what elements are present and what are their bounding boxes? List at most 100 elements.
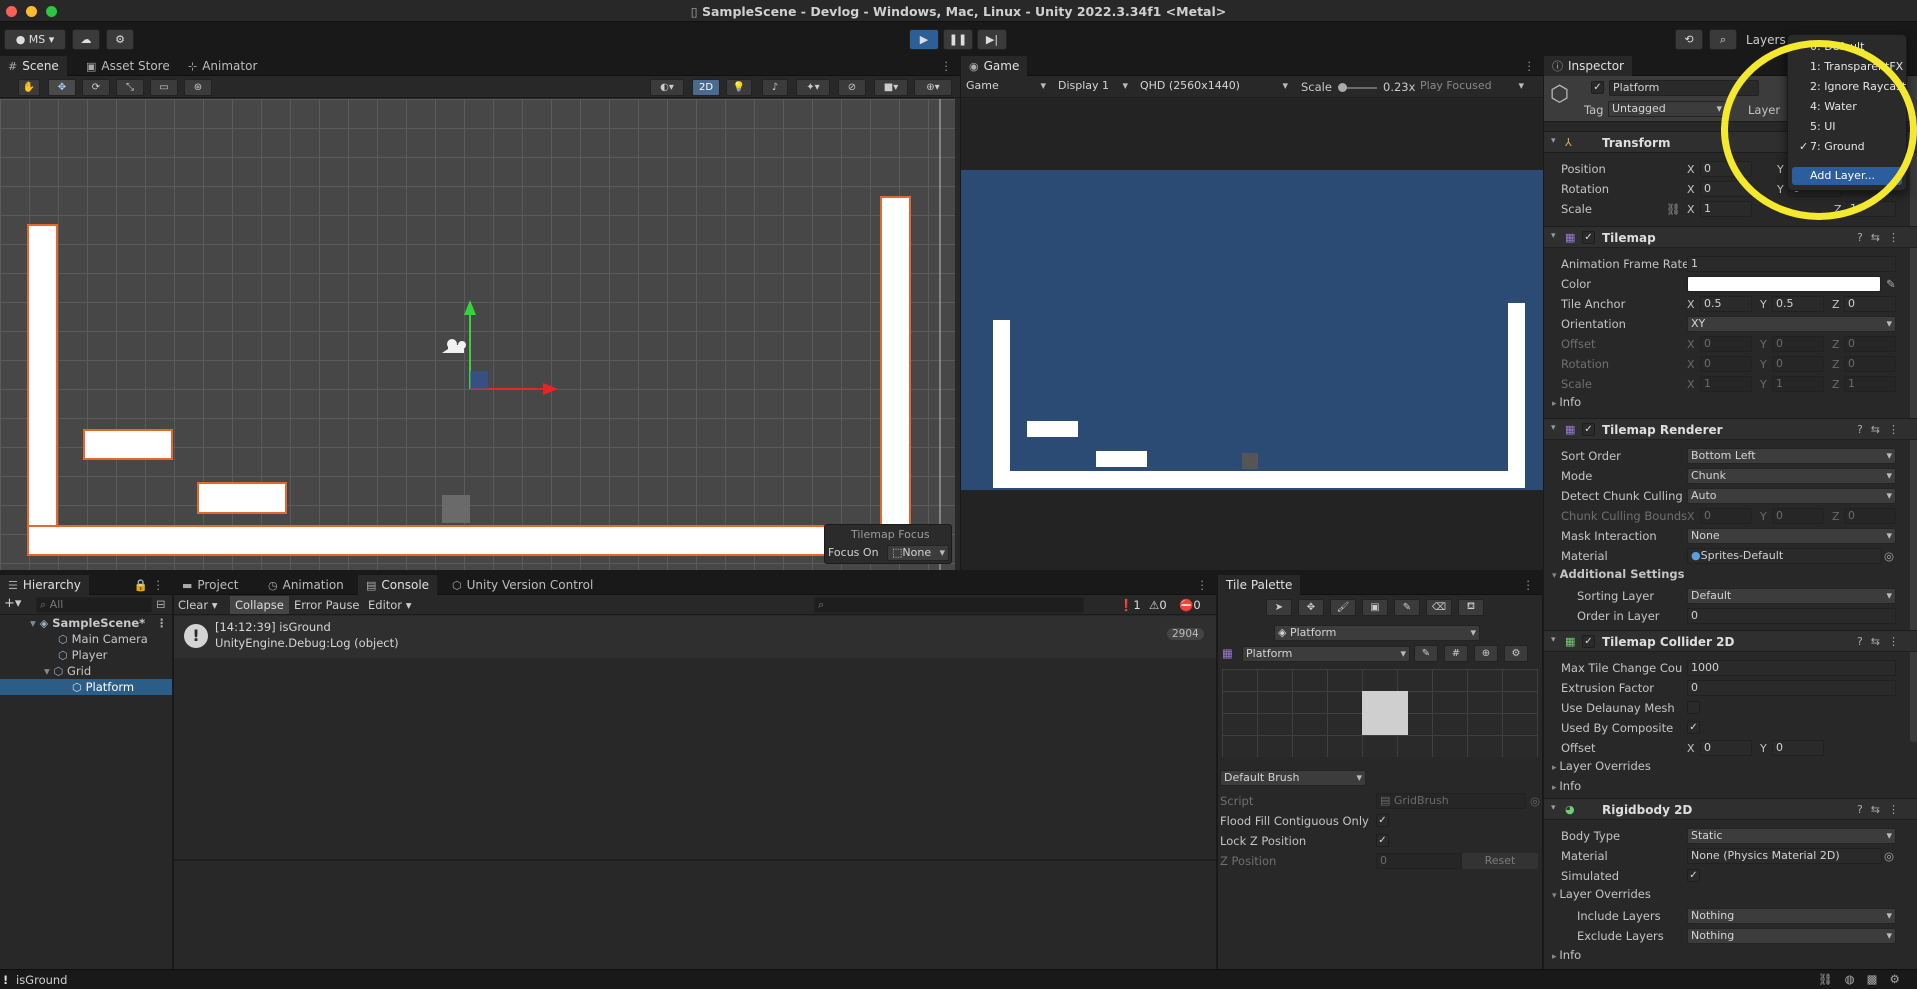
anchor-z-field[interactable]: 0 (1844, 296, 1896, 312)
layer-menu-item-water[interactable]: 4: Water (1788, 98, 1906, 116)
eyedropper-icon[interactable]: ✎ (1886, 277, 1896, 291)
collider-layer-overrides-foldout[interactable]: Layer Overrides (1552, 759, 1650, 773)
tab-animation[interactable]: ◷ Animation (260, 575, 352, 595)
camera-button[interactable]: ■▾ (874, 79, 908, 96)
delaunay-checkbox[interactable] (1687, 701, 1700, 714)
move-tile-button[interactable]: ✥ (1298, 599, 1324, 616)
culling-dropdown[interactable]: Auto (1687, 488, 1896, 504)
resolution-dropdown[interactable]: QHD (2560x1440) (1137, 79, 1291, 95)
component-tools-icon[interactable]: ?⇆⋮ (1857, 423, 1907, 436)
rigidbody-header[interactable]: ▾ ◕ Rigidbody 2D ?⇆⋮ (1544, 798, 1917, 820)
more-icon[interactable]: ⋮ (153, 578, 165, 592)
account-button[interactable]: ● MS ▾ (4, 29, 66, 50)
scale-x-field[interactable]: 1 (1700, 201, 1752, 217)
hierarchy-item-scene[interactable]: ▾ ◈ SampleScene* ⋮ (30, 615, 168, 631)
tag-dropdown[interactable]: Untagged (1608, 101, 1726, 117)
tilemap-header[interactable]: ▾ ▦ ✓ Tilemap ?⇆⋮ (1544, 226, 1917, 248)
object-picker-icon[interactable]: ◎ (1884, 549, 1894, 563)
anim-rate-field[interactable]: 1 (1687, 256, 1896, 272)
status-message[interactable]: isGround (16, 973, 68, 987)
hierarchy-search-input[interactable]: ⌕ All (36, 597, 152, 613)
extrusion-field[interactable]: 0 (1687, 680, 1896, 696)
error-count-toggle[interactable]: ⛔0 (1179, 598, 1201, 612)
tab-inspector[interactable]: ⓘ Inspector (1544, 56, 1632, 76)
lock-z-checkbox[interactable]: ✓ (1376, 834, 1389, 847)
console-divider[interactable] (174, 859, 1216, 861)
move-tool-button[interactable]: ✥ (48, 79, 76, 96)
box-fill-button[interactable]: ▣ (1362, 599, 1388, 616)
select-tool-button[interactable]: ➤ (1266, 599, 1292, 616)
flood-fill-checkbox[interactable]: ✓ (1376, 814, 1389, 827)
plane-handle[interactable] (470, 371, 488, 389)
anchor-x-field[interactable]: 0.5 (1700, 296, 1752, 312)
effects-button[interactable]: ✦▾ (796, 79, 830, 96)
search-button[interactable]: ⌕ (1709, 29, 1737, 50)
position-x-field[interactable]: 0 (1700, 161, 1752, 177)
play-focused-dropdown[interactable]: Play Focused (1417, 79, 1527, 95)
object-picker-icon[interactable]: ◎ (1884, 849, 1894, 863)
error-pause-toggle[interactable]: Error Pause (294, 598, 360, 612)
renderer-enabled-checkbox[interactable]: ✓ (1582, 423, 1595, 436)
layer-menu-item-ignore-raycast[interactable]: 2: Ignore Raycast (1788, 78, 1906, 96)
game-mode-dropdown[interactable]: Game (963, 79, 1049, 95)
collider-info-foldout[interactable]: Info (1552, 779, 1581, 793)
hierarchy-item-player[interactable]: ⬡ Player (58, 647, 107, 663)
edit-palette-button[interactable]: ✎ (1414, 645, 1438, 662)
active-checkbox[interactable]: ✓ (1591, 81, 1604, 94)
order-in-layer-field[interactable]: 0 (1687, 608, 1896, 624)
mask-dropdown[interactable]: None (1687, 528, 1896, 544)
tilemap-renderer-header[interactable]: ▾ ▦ ✓ Tilemap Renderer ?⇆⋮ (1544, 418, 1917, 440)
tab-hierarchy[interactable]: ☰ Hierarchy (0, 575, 89, 595)
tab-game[interactable]: ◉ Game (961, 56, 1028, 76)
rotate-tool-button[interactable]: ⟳ (82, 79, 110, 96)
gizmos-button[interactable]: ⊕▾ (914, 79, 952, 96)
composite-checkbox[interactable]: ✓ (1687, 721, 1700, 734)
scale-slider-thumb[interactable] (1338, 83, 1347, 92)
collider-offset-x-field[interactable]: 0 (1700, 740, 1752, 756)
physics-material-field[interactable]: None (Physics Material 2D) (1687, 848, 1882, 864)
tilemap-enabled-checkbox[interactable]: ✓ (1582, 231, 1595, 244)
mode-2d-button[interactable]: 2D (692, 79, 720, 96)
material-field[interactable]: ●Sprites-Default (1687, 548, 1882, 564)
rect-tool-button[interactable]: ▭ (150, 79, 178, 96)
tab-asset-store[interactable]: ▣ Asset Store (78, 56, 178, 76)
shading-button[interactable]: ◐▾ (650, 79, 684, 96)
tab-animator[interactable]: ⊹ Animator (180, 56, 265, 76)
transform-tool-button[interactable]: ⊛ (184, 79, 212, 96)
focus-dropdown[interactable]: ⬚None (887, 545, 949, 561)
audio-button[interactable]: ♪ (762, 79, 788, 96)
lock-icon[interactable]: 🔒 (134, 578, 148, 592)
editor-dropdown[interactable]: Editor ▾ (368, 598, 411, 612)
include-layers-dropdown[interactable]: Nothing (1687, 908, 1896, 924)
exclude-layers-dropdown[interactable]: Nothing (1687, 928, 1896, 944)
layer-menu-item-ground[interactable]: ✓ 7: Ground (1788, 138, 1906, 156)
component-tools-icon[interactable]: ?⇆⋮ (1857, 635, 1907, 648)
history-button[interactable]: ⟲ (1675, 29, 1703, 50)
picker-tool-button[interactable]: ✎ (1394, 599, 1420, 616)
active-tilemap-dropdown[interactable]: ◈ Platform (1274, 625, 1480, 641)
hierarchy-item-grid[interactable]: ▾ ⬡ Grid (44, 663, 91, 679)
layers-dropdown[interactable]: Layers (1746, 33, 1786, 47)
anchor-y-field[interactable]: 0.5 (1772, 296, 1824, 312)
simulated-checkbox[interactable]: ✓ (1687, 869, 1700, 882)
tab-project[interactable]: ▬ Project (174, 575, 246, 595)
color-field[interactable] (1687, 276, 1881, 292)
eraser-button[interactable]: ⌫ (1426, 599, 1452, 616)
tab-version-control[interactable]: ⬡ Unity Version Control (444, 575, 601, 595)
status-tools-icon[interactable]: ⛓◍▩⚙ (1818, 972, 1912, 986)
more-icon[interactable]: ⋮ (1523, 578, 1535, 592)
link-icon[interactable]: ⛓ (1666, 202, 1681, 216)
palette-grid[interactable] (1222, 669, 1538, 757)
mode-dropdown[interactable]: Chunk (1687, 468, 1896, 484)
paint-tool-button[interactable]: 🖌 (1330, 599, 1356, 616)
max-tile-change-field[interactable]: 1000 (1687, 660, 1896, 676)
warning-count-toggle[interactable]: ⚠0 (1149, 598, 1167, 612)
more-icon[interactable]: ⋮ (941, 59, 953, 73)
visibility-button[interactable]: ⊘ (838, 79, 866, 96)
component-tools-icon[interactable]: ?⇆⋮ (1857, 231, 1907, 244)
scale-tool-button[interactable]: ⤡ (116, 79, 144, 96)
scale-slider[interactable] (1338, 83, 1377, 92)
settings-button[interactable]: ⚙ (1504, 645, 1528, 662)
services-button[interactable]: ⚙ (106, 29, 134, 50)
grid-toggle-button[interactable]: # (1444, 645, 1468, 662)
